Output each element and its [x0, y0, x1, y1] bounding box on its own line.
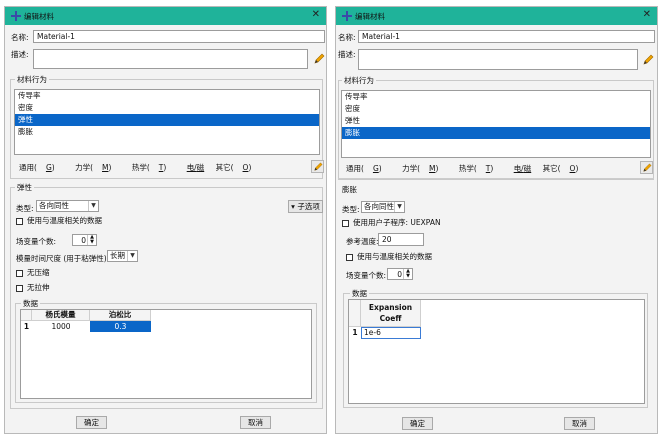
close-icon[interactable]: ✕	[312, 9, 320, 20]
dropdown-arrow-icon: ▼	[88, 201, 98, 211]
behavior-list[interactable]: 传导率 密度 弹性 膨胀	[14, 89, 320, 155]
column-header-youngs-modulus[interactable]: 杨氏模量	[32, 310, 90, 321]
row-index: 1	[352, 328, 358, 337]
temperature-dependent-checkbox[interactable]: 使用与温度相关的数据	[16, 216, 102, 226]
pencil-edit-icon	[314, 162, 323, 171]
ok-button[interactable]: 确定	[76, 416, 107, 429]
description-label: 描述:	[11, 50, 29, 59]
field-variables-label: 场变量个数:	[16, 237, 57, 246]
name-label: 名称:	[11, 33, 29, 42]
type-select[interactable]: 各向同性 ▼	[36, 200, 99, 212]
section-divider	[338, 178, 654, 179]
menu-thermal[interactable]: 热学(T)	[132, 163, 175, 172]
data-table[interactable]: 杨氏模量 泊松比 1 1000 0.3	[20, 309, 312, 399]
type-label: 类型:	[16, 204, 34, 213]
no-compression-checkbox[interactable]: 无压缩	[16, 268, 50, 278]
section-title: 膨胀	[342, 185, 357, 194]
name-field[interactable]: Material-1	[358, 30, 655, 43]
reference-temperature-label: 参考温度:	[346, 237, 379, 246]
list-item[interactable]: 弹性	[342, 115, 650, 127]
menu-other[interactable]: 其它(O)	[543, 164, 588, 173]
list-item-selected[interactable]: 弹性	[15, 114, 319, 126]
description-field[interactable]	[358, 49, 638, 70]
spin-arrows-icon[interactable]: ▲ ▼	[87, 235, 96, 245]
edit-material-dialog-right: 编辑材料 ✕ 名称: Material-1 描述: 材料行为 传导率 密度 弹性…	[335, 6, 658, 434]
type-select[interactable]: 各向同性 ▼	[361, 201, 405, 213]
column-header-expansion-coeff[interactable]: Expansion Coeff	[361, 300, 421, 327]
field-variables-stepper[interactable]: 0 ▲ ▼	[387, 268, 413, 280]
list-item-selected[interactable]: 膨胀	[342, 127, 650, 139]
list-item[interactable]: 传导率	[342, 91, 650, 103]
data-table[interactable]: Expansion Coeff 1 1e-6	[348, 299, 645, 404]
menu-mechanical[interactable]: 力学(M)	[402, 164, 447, 173]
list-item[interactable]: 密度	[342, 103, 650, 115]
user-subroutine-checkbox[interactable]: 使用用户子程序: UEXPAN	[342, 218, 441, 228]
list-item[interactable]: 传导率	[15, 90, 319, 102]
dropdown-arrow-icon: ▼	[394, 202, 404, 212]
column-header-poissons-ratio[interactable]: 泊松比	[90, 310, 151, 321]
table-corner	[349, 300, 361, 327]
reference-temperature-field[interactable]: 20	[378, 233, 424, 246]
title-bar: 编辑材料 ✕	[5, 7, 326, 25]
description-label: 描述:	[338, 50, 356, 59]
behavior-group-title: 材料行为	[15, 74, 49, 85]
row-index: 1	[23, 322, 30, 331]
data-group-title: 数据	[350, 288, 369, 299]
spin-arrows-icon[interactable]: ▲ ▼	[403, 269, 412, 279]
dropdown-arrow-icon: ▼	[127, 251, 137, 261]
description-field[interactable]	[33, 49, 308, 69]
cancel-button[interactable]: 取消	[240, 416, 271, 429]
behavior-group-title: 材料行为	[342, 75, 376, 86]
menu-other[interactable]: 其它(O)	[216, 163, 261, 172]
behavior-list[interactable]: 传导率 密度 弹性 膨胀	[341, 90, 651, 158]
menu-electrical[interactable]: 电/磁	[187, 163, 205, 172]
pencil-edit-icon[interactable]	[642, 54, 654, 66]
edit-material-dialog-left: 编辑材料 ✕ 名称: Material-1 描述: 材料行为 传导率 密度 弹性…	[4, 6, 327, 434]
temperature-dependent-checkbox[interactable]: 使用与温度相关的数据	[346, 252, 432, 262]
table-cell-editing[interactable]: 1e-6	[361, 327, 421, 339]
behavior-menu-bar: 通用(G) 力学(M) 热学(T) 电/磁 其它(O)	[346, 163, 596, 174]
menu-thermal[interactable]: 热学(T)	[459, 164, 502, 173]
moduli-timescale-select[interactable]: 长期 ▼	[107, 250, 138, 262]
field-variables-stepper[interactable]: 0 ▲ ▼	[72, 234, 97, 246]
field-variables-label: 场变量个数:	[346, 271, 387, 280]
close-icon[interactable]: ✕	[643, 9, 651, 20]
window-app-icon	[342, 11, 352, 21]
menu-general[interactable]: 通用(G)	[346, 164, 391, 173]
suboptions-button[interactable]: ▾ 子选项	[288, 200, 323, 213]
type-label: 类型:	[342, 205, 360, 214]
cancel-button[interactable]: 取消	[564, 417, 595, 430]
name-label: 名称:	[338, 33, 356, 42]
list-item[interactable]: 膨胀	[15, 126, 319, 138]
behavior-menu-bar: 通用(G) 力学(M) 热学(T) 电/磁 其它(O)	[19, 162, 269, 173]
window-title: 编辑材料	[24, 12, 54, 21]
section-title: 弹性	[15, 182, 34, 193]
table-corner	[21, 310, 32, 321]
pencil-edit-icon[interactable]	[313, 53, 325, 65]
window-app-icon	[11, 11, 21, 21]
no-tension-checkbox[interactable]: 无拉伸	[16, 283, 50, 293]
menu-electrical[interactable]: 电/磁	[514, 164, 532, 173]
table-cell[interactable]: 1000	[32, 321, 90, 332]
edit-behavior-button[interactable]	[640, 161, 653, 174]
moduli-timescale-label: 模量时间尺度 (用于粘弹性):	[16, 254, 110, 263]
edit-behavior-button[interactable]	[311, 160, 324, 173]
ok-button[interactable]: 确定	[402, 417, 433, 430]
list-item[interactable]: 密度	[15, 102, 319, 114]
title-bar: 编辑材料 ✕	[336, 7, 657, 25]
pencil-edit-icon	[643, 163, 652, 172]
data-group-title: 数据	[21, 298, 40, 309]
menu-mechanical[interactable]: 力学(M)	[75, 163, 120, 172]
table-cell-selected[interactable]: 0.3	[90, 321, 151, 332]
name-field[interactable]: Material-1	[33, 30, 325, 43]
menu-general[interactable]: 通用(G)	[19, 163, 64, 172]
window-title: 编辑材料	[355, 12, 385, 21]
